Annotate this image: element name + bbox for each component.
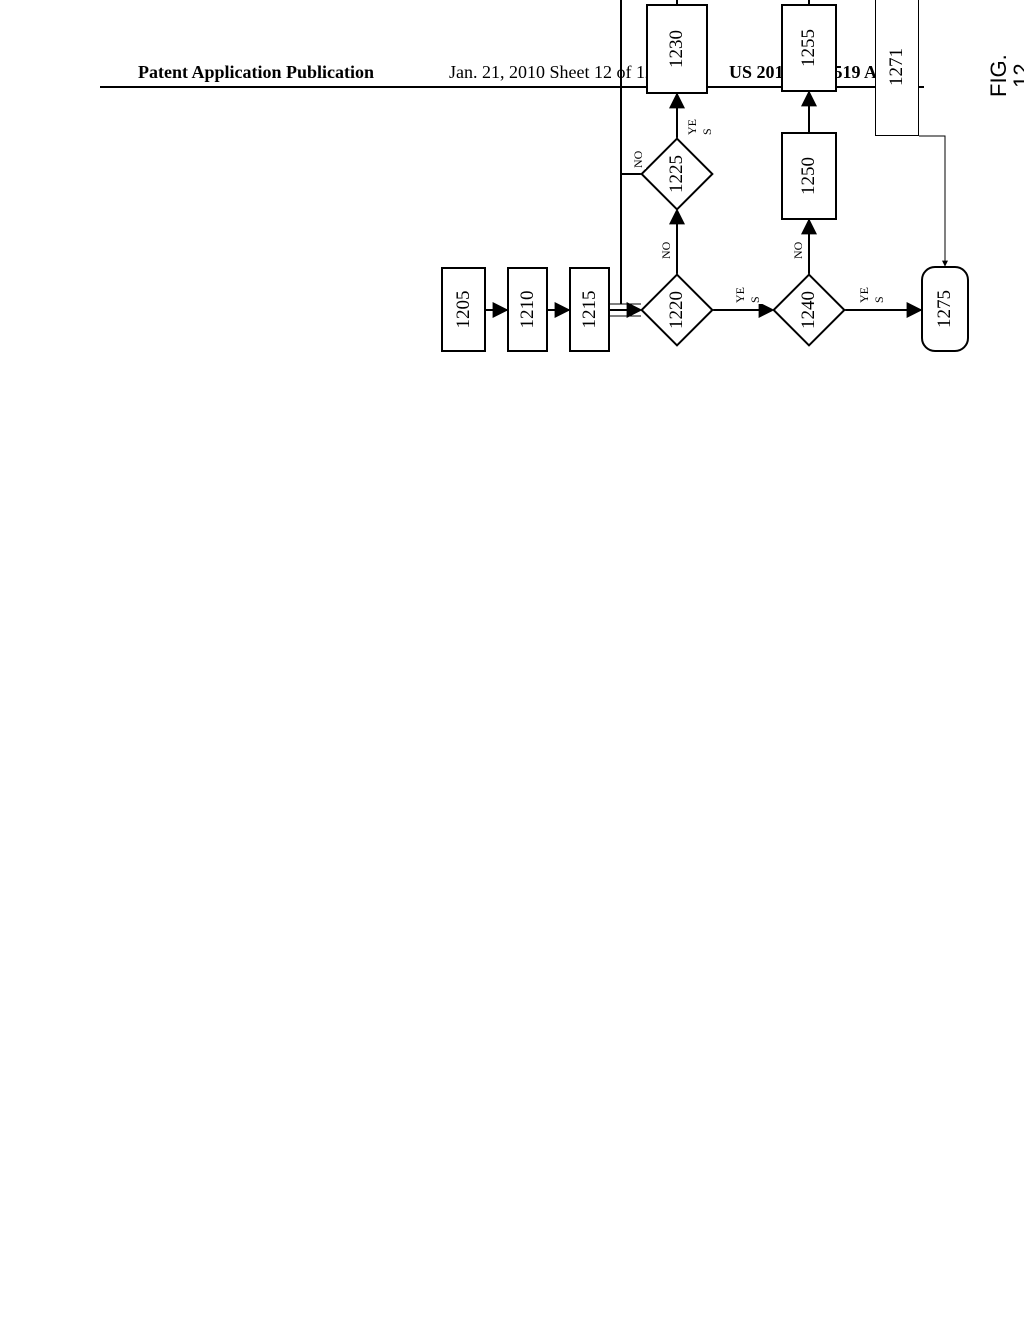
box-1255: 1255 [781, 4, 837, 92]
box-1275: 1275 [921, 266, 969, 352]
box-label: 1250 [798, 157, 820, 195]
edge-no: NO [791, 241, 806, 260]
box-label: 1215 [579, 291, 601, 329]
figure-caption: FIG. 12 [987, 54, 1024, 97]
box-label: 1275 [934, 290, 956, 328]
box-label: 1210 [517, 291, 539, 329]
figure-caption-line2: 12 [1010, 54, 1024, 97]
decision-label: 1225 [666, 155, 688, 193]
box-1250: 1250 [781, 132, 837, 220]
box-1215: 1215 [569, 267, 610, 352]
box-label: 1205 [453, 291, 475, 329]
edge-yes: YE S [685, 118, 715, 136]
decision-label: 1220 [666, 291, 688, 329]
box-1205: 1205 [441, 267, 486, 352]
edge-no: NO [659, 241, 674, 260]
box-label: 1230 [666, 30, 688, 68]
edge-yes: YE S [733, 286, 763, 304]
box-label: 1255 [798, 29, 820, 67]
box-1230: 1230 [646, 4, 708, 94]
box-label: 1271 [886, 48, 908, 86]
header-left: Patent Application Publication [138, 62, 374, 83]
box-1210: 1210 [507, 267, 548, 352]
box-1271: 1271 [875, 0, 919, 136]
edge-no: NO [631, 150, 646, 169]
edge-yes: YE S [857, 286, 887, 304]
figure-caption-line1: FIG. [987, 54, 1010, 97]
decision-label: 1240 [798, 291, 820, 329]
